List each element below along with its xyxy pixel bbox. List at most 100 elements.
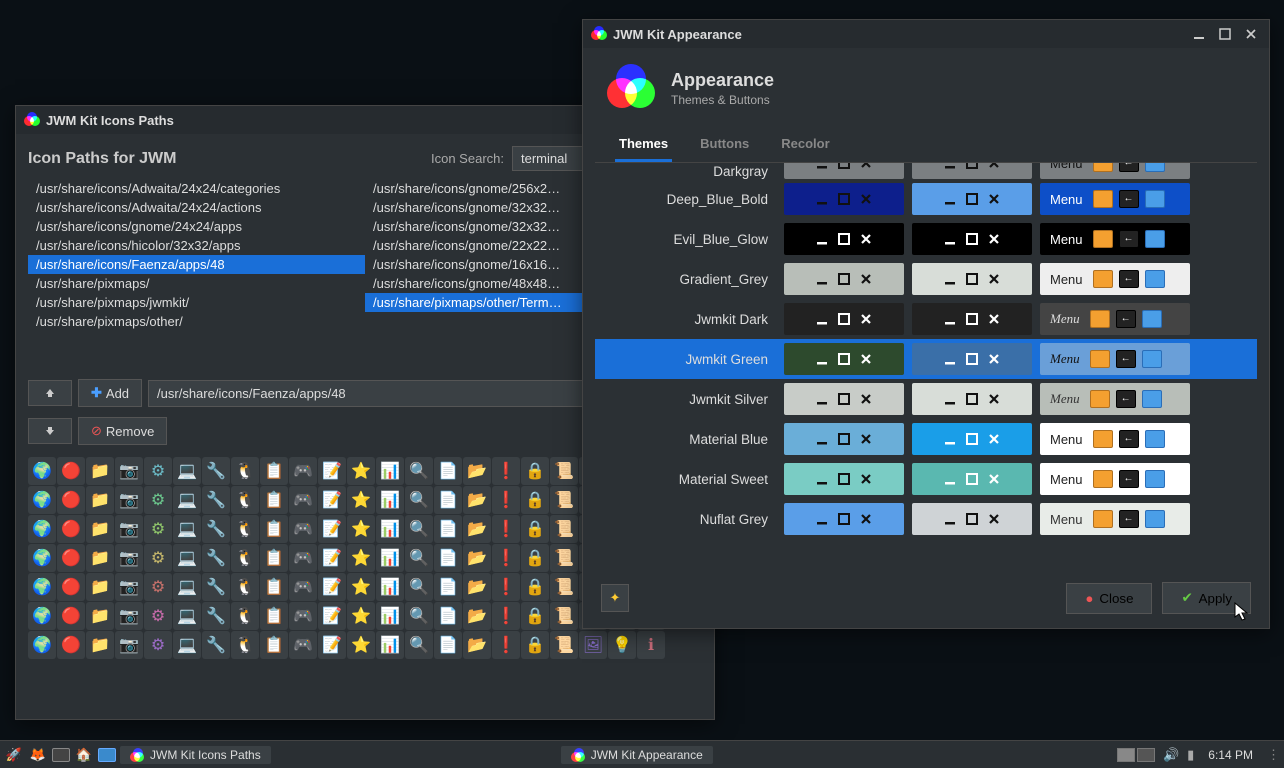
icon-cell[interactable]: 💻 <box>173 486 201 514</box>
icon-cell[interactable]: 📷 <box>115 515 143 543</box>
icon-cell[interactable]: 📋 <box>260 602 288 630</box>
start-menu-icon[interactable]: 🚀 <box>4 745 24 765</box>
maximize-button[interactable] <box>1215 24 1235 44</box>
icon-cell[interactable]: 🔒 <box>521 602 549 630</box>
icon-cell[interactable]: 🌍 <box>28 631 56 659</box>
icon-cell[interactable]: 🔍 <box>405 573 433 601</box>
tray-menu-icon[interactable]: ⋮ <box>1267 747 1280 763</box>
icon-cell[interactable]: 🔴 <box>57 515 85 543</box>
icon-cell[interactable]: 📂 <box>463 544 491 572</box>
icon-cell[interactable]: 🔍 <box>405 602 433 630</box>
path-item[interactable]: /usr/share/pixmaps/ <box>28 274 365 293</box>
theme-row[interactable]: Material Sweet Menu ← <box>595 459 1257 499</box>
icon-cell[interactable]: 📷 <box>115 631 143 659</box>
icon-cell[interactable]: 📊 <box>376 457 404 485</box>
icon-cell[interactable]: 📝 <box>318 602 346 630</box>
icon-cell[interactable]: 🎮 <box>289 602 317 630</box>
icon-cell[interactable]: 📁 <box>86 631 114 659</box>
icon-cell[interactable]: 🐧 <box>231 457 259 485</box>
icon-cell[interactable]: 📄 <box>434 631 462 659</box>
theme-row[interactable]: Darkgray Menu ← <box>595 163 1257 179</box>
icon-cell[interactable]: 📂 <box>463 602 491 630</box>
icon-cell[interactable]: 🔧 <box>202 544 230 572</box>
icon-cell[interactable]: ⭐ <box>347 457 375 485</box>
icon-cell[interactable]: 📄 <box>434 602 462 630</box>
icon-cell[interactable]: ⚙ <box>144 573 172 601</box>
icon-cell[interactable]: 📋 <box>260 486 288 514</box>
taskbar-item-appearance[interactable]: JWM Kit Appearance <box>561 746 713 764</box>
icon-cell[interactable]: 🖼 <box>579 631 607 659</box>
theme-row[interactable]: Deep_Blue_Bold Menu ← <box>595 179 1257 219</box>
icon-cell[interactable]: 📜 <box>550 544 578 572</box>
close-button[interactable] <box>1241 24 1261 44</box>
theme-row[interactable]: Jwmkit Dark Menu ← <box>595 299 1257 339</box>
icon-cell[interactable]: 📊 <box>376 602 404 630</box>
icon-cell[interactable]: ⭐ <box>347 602 375 630</box>
icon-cell[interactable]: 🔍 <box>405 515 433 543</box>
icon-cell[interactable]: 🎮 <box>289 486 317 514</box>
battery-icon[interactable]: ▮ <box>1187 747 1194 763</box>
theme-row[interactable]: Gradient_Grey Menu ← <box>595 259 1257 299</box>
pager[interactable] <box>1117 748 1155 762</box>
theme-row[interactable]: Evil_Blue_Glow Menu ← <box>595 219 1257 259</box>
icon-cell[interactable]: 📄 <box>434 457 462 485</box>
icon-cell[interactable]: 📷 <box>115 457 143 485</box>
theme-row[interactable]: Jwmkit Green Menu ← <box>595 339 1257 379</box>
icon-cell[interactable]: 🔴 <box>57 544 85 572</box>
icon-cell[interactable]: 📷 <box>115 573 143 601</box>
icon-cell[interactable]: ❗ <box>492 631 520 659</box>
icon-cell[interactable]: 🌍 <box>28 602 56 630</box>
icon-cell[interactable]: 🔍 <box>405 631 433 659</box>
icon-cell[interactable]: 🔒 <box>521 515 549 543</box>
icon-cell[interactable]: 📷 <box>115 486 143 514</box>
icon-cell[interactable]: 🔒 <box>521 486 549 514</box>
icon-cell[interactable]: 📜 <box>550 631 578 659</box>
taskbar-item-icons-paths[interactable]: JWM Kit Icons Paths <box>120 746 271 764</box>
path-item[interactable]: /usr/share/icons/Adwaita/24x24/actions <box>28 198 365 217</box>
icon-cell[interactable]: 📋 <box>260 631 288 659</box>
icon-cell[interactable]: 📁 <box>86 544 114 572</box>
icon-cell[interactable]: 🔍 <box>405 544 433 572</box>
icon-cell[interactable]: 📋 <box>260 544 288 572</box>
add-button[interactable]: ✚ Add <box>78 379 142 407</box>
icon-cell[interactable]: 📊 <box>376 573 404 601</box>
icon-cell[interactable]: 📜 <box>550 457 578 485</box>
icon-cell[interactable]: 🎮 <box>289 515 317 543</box>
icon-cell[interactable]: ⭐ <box>347 631 375 659</box>
icon-cell[interactable]: 🐧 <box>231 486 259 514</box>
icon-cell[interactable]: 🎮 <box>289 573 317 601</box>
icon-cell[interactable]: 🔧 <box>202 631 230 659</box>
icon-cell[interactable]: 🌍 <box>28 544 56 572</box>
tab-buttons[interactable]: Buttons <box>696 128 753 162</box>
path-item[interactable]: /usr/share/icons/hicolor/32x32/apps <box>28 236 365 255</box>
icon-cell[interactable]: 📂 <box>463 573 491 601</box>
icon-cell[interactable]: 📝 <box>318 457 346 485</box>
favorite-button[interactable]: ✦ <box>601 584 629 612</box>
theme-row[interactable]: Nuflat Grey Menu ← <box>595 499 1257 539</box>
icon-cell[interactable]: ❗ <box>492 573 520 601</box>
move-up-button[interactable] <box>28 380 72 406</box>
icon-cell[interactable]: 📁 <box>86 573 114 601</box>
path-input[interactable] <box>148 380 606 407</box>
icon-cell[interactable]: 📜 <box>550 515 578 543</box>
icon-cell[interactable]: 📷 <box>115 544 143 572</box>
icon-cell[interactable]: ⚙ <box>144 486 172 514</box>
apply-button[interactable]: ✔ Apply <box>1162 582 1251 614</box>
tab-themes[interactable]: Themes <box>615 128 672 162</box>
icon-cell[interactable]: ℹ <box>637 631 665 659</box>
icon-cell[interactable]: 📝 <box>318 573 346 601</box>
icon-cell[interactable]: 📋 <box>260 457 288 485</box>
icon-cell[interactable]: ⚙ <box>144 457 172 485</box>
home-icon[interactable]: 🏠 <box>74 745 94 765</box>
icon-cell[interactable]: 📂 <box>463 515 491 543</box>
icon-cell[interactable]: ❗ <box>492 515 520 543</box>
icon-cell[interactable]: ⚙ <box>144 631 172 659</box>
icon-cell[interactable]: 📷 <box>115 602 143 630</box>
icon-cell[interactable]: 💻 <box>173 631 201 659</box>
firefox-icon[interactable]: 🦊 <box>28 745 48 765</box>
icon-cell[interactable]: 🔒 <box>521 544 549 572</box>
icon-cell[interactable]: ⚙ <box>144 602 172 630</box>
icon-cell[interactable]: 📁 <box>86 457 114 485</box>
icon-cell[interactable]: 📝 <box>318 515 346 543</box>
icon-cell[interactable]: 🐧 <box>231 573 259 601</box>
